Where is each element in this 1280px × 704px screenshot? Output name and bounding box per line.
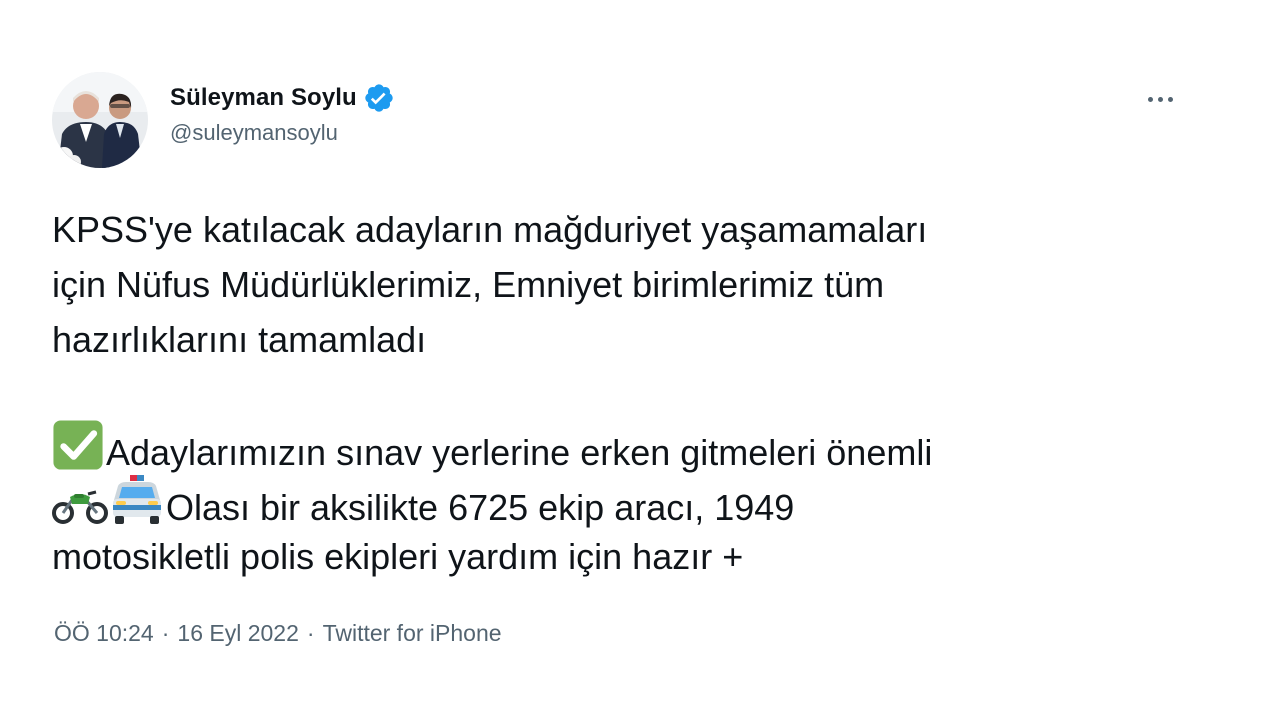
tweet-text-line: motosikletli polis ekipleri yardım için … — [52, 536, 744, 577]
tweet-text-line-check: Adaylarımızın sınav yerlerine erken gitm… — [52, 419, 1202, 474]
tweet-text-line-police: Olası bir aksilikte 6725 ekip aracı, 194… — [52, 474, 1202, 529]
meta-separator: · — [161, 620, 170, 646]
verified-badge-icon — [363, 82, 395, 114]
tweet-header: Süleyman Soylu @suleymansoylu — [52, 72, 1182, 168]
tweet-text-line: hazırlıklarını tamamladı — [52, 319, 427, 360]
tweet-card: Süleyman Soylu @suleymansoylu KPSS'ye ka… — [0, 0, 1280, 704]
tweet-time: ÖÖ 10:24 — [54, 620, 154, 646]
meta-separator: · — [306, 620, 315, 646]
more-options-button[interactable] — [1138, 84, 1182, 114]
tweet-date: 16 Eyl 2022 — [177, 620, 299, 646]
check-line-text: Adaylarımızın sınav yerlerine erken gitm… — [106, 432, 933, 473]
avatar[interactable] — [52, 72, 148, 168]
author-names: Süleyman Soylu @suleymansoylu — [170, 82, 395, 146]
author-display-name[interactable]: Süleyman Soylu — [170, 84, 357, 112]
tweet-text-line: için Nüfus Müdürlüklerimiz, Emniyet biri… — [52, 264, 885, 305]
more-horizontal-icon — [1147, 96, 1153, 102]
tweet-text-line: KPSS'ye katılacak adayların mağduriyet y… — [52, 209, 928, 250]
more-horizontal-icon — [1157, 96, 1163, 102]
tweet-text: KPSS'ye katılacak adayların mağduriyet y… — [52, 202, 1202, 584]
author-handle[interactable]: @suleymansoylu — [170, 120, 395, 146]
name-row: Süleyman Soylu — [170, 82, 395, 114]
tweet-metadata: ÖÖ 10:24 · 16 Eyl 2022 · Twitter for iPhone — [54, 620, 502, 647]
police-line-text: Olası bir aksilikte 6725 ekip aracı, 194… — [166, 487, 795, 528]
tweet-time-link[interactable]: ÖÖ 10:24 · 16 Eyl 2022 — [54, 620, 299, 646]
tweet-source-link[interactable]: Twitter for iPhone — [323, 620, 502, 646]
more-horizontal-icon — [1167, 96, 1173, 102]
profile-photo-icon — [52, 72, 148, 168]
